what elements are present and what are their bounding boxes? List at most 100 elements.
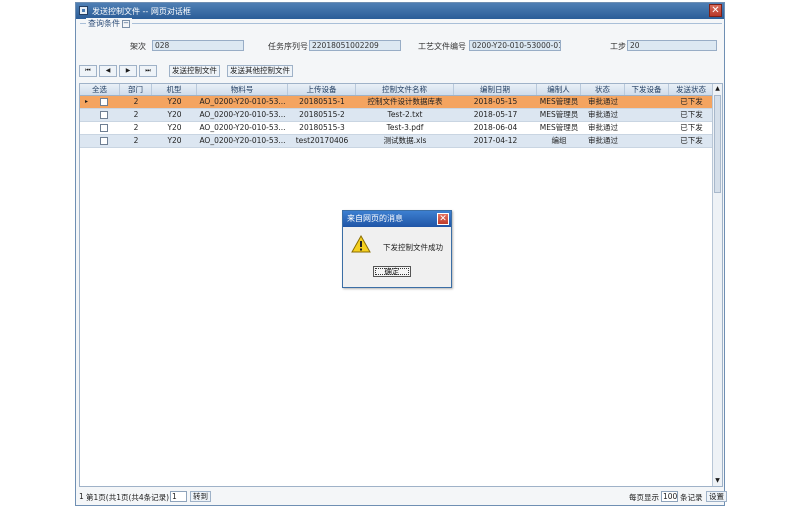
cell-file-name: Test-3.pdf xyxy=(386,123,424,132)
cell-date: 2017-04-12 xyxy=(473,136,518,145)
grid-vertical-scrollbar[interactable]: ▲ ▼ xyxy=(712,84,722,486)
per-page-input[interactable]: 100 xyxy=(661,491,678,502)
goto-page-button[interactable]: 转到 xyxy=(190,491,211,502)
table-row-selected[interactable]: ▸ 2 Y20 AO_0200-Y20-010-53... 20180515-1… xyxy=(80,96,714,109)
send-other-control-file-button[interactable]: 发送其他控制文件 xyxy=(227,65,293,77)
filter-legend: 查询条件 − xyxy=(86,18,132,29)
cell-dept: 2 xyxy=(133,136,139,145)
settings-button[interactable]: 设置 xyxy=(706,491,727,502)
per-page-label: 每页显示 xyxy=(629,493,659,502)
window-close-button[interactable]: ✕ xyxy=(709,4,722,17)
table-row[interactable]: 2 Y20 AO_0200-Y20-010-53... test20170406… xyxy=(80,135,714,148)
col-date: 编制日期 xyxy=(454,84,537,95)
cell-device: 20180515-3 xyxy=(299,123,345,132)
col-author: 编制人 xyxy=(537,84,581,95)
cell-material: AO_0200-Y20-010-53... xyxy=(199,136,286,145)
cell-target-device xyxy=(625,122,669,134)
cell-send-status: 已下发 xyxy=(680,123,703,132)
cell-file-name: Test-2.txt xyxy=(387,110,423,119)
cell-material: AO_0200-Y20-010-53... xyxy=(199,123,286,132)
cell-dept: 2 xyxy=(133,97,139,106)
cell-date: 2018-05-15 xyxy=(473,97,518,106)
goto-page-input[interactable]: 1 xyxy=(170,491,187,502)
warning-icon xyxy=(351,234,371,253)
cell-file-name: 测试数据.xls xyxy=(383,136,427,145)
sortie-label: 架次 xyxy=(130,42,146,51)
col-target-device: 下发设备 xyxy=(625,84,669,95)
pager: 1 第1页(共1页(共4条记录) 1 转到 每页显示 100 条记录 设置 xyxy=(79,490,727,504)
process-doc-field[interactable]: 0200-Y20-010-53000-010 xyxy=(469,40,561,51)
page-info: 第1页(共1页(共4条记录) xyxy=(86,493,170,502)
first-page-button[interactable]: ⏮ xyxy=(79,65,97,77)
alert-dialog: 来自网页的消息 ✕ 下发控制文件成功 确定 xyxy=(342,210,452,288)
window-titlebar: 发送控制文件 -- 网页对话框 ✕ xyxy=(76,3,724,19)
cell-date: 2018-06-04 xyxy=(473,123,518,132)
step-field[interactable]: 20 xyxy=(627,40,717,51)
cell-device: 20180515-1 xyxy=(299,97,345,106)
row-checkbox[interactable] xyxy=(100,137,108,145)
ok-button[interactable]: 确定 xyxy=(373,266,411,277)
next-page-button[interactable]: ▶ xyxy=(119,65,137,77)
process-doc-label: 工艺文件编号 xyxy=(418,42,466,51)
cell-send-status: 已下发 xyxy=(680,97,703,106)
cell-author: MES管理员 xyxy=(539,97,579,106)
row-pointer-icon: ▸ xyxy=(85,98,89,105)
col-file-name: 控制文件名称 xyxy=(356,84,454,95)
col-status: 状态 xyxy=(581,84,625,95)
row-checkbox[interactable] xyxy=(100,124,108,132)
cell-dept: 2 xyxy=(133,110,139,119)
scroll-thumb[interactable] xyxy=(714,95,721,193)
window-title: 发送控制文件 -- 网页对话框 xyxy=(92,7,191,16)
collapse-icon[interactable]: − xyxy=(122,19,130,28)
cell-model: Y20 xyxy=(167,123,182,132)
cell-author: 编组 xyxy=(551,136,567,145)
cell-send-status: 已下发 xyxy=(680,136,703,145)
cell-model: Y20 xyxy=(167,97,182,106)
table-row[interactable]: 2 Y20 AO_0200-Y20-010-53... 20180515-3 T… xyxy=(80,122,714,135)
cell-status: 审批通过 xyxy=(588,136,618,145)
cell-date: 2018-05-17 xyxy=(473,110,518,119)
row-checkbox[interactable] xyxy=(100,111,108,119)
prev-page-button[interactable]: ◀ xyxy=(99,65,117,77)
cell-device: 20180515-2 xyxy=(299,110,345,119)
sortie-field[interactable]: 028 xyxy=(152,40,244,51)
send-control-file-button[interactable]: 发送控制文件 xyxy=(169,65,220,77)
alert-dialog-title: 来自网页的消息 ✕ xyxy=(343,211,451,227)
task-serial-field[interactable]: 22018051002209 xyxy=(309,40,401,51)
step-label: 工步 xyxy=(610,42,626,51)
per-page-suffix: 条记录 xyxy=(680,493,703,502)
cell-file-name: 控制文件设计数据库表 xyxy=(367,97,443,106)
row-checkbox[interactable] xyxy=(100,98,108,106)
col-dept: 部门 xyxy=(120,84,152,95)
cell-status: 审批通过 xyxy=(588,97,618,106)
cell-model: Y20 xyxy=(167,110,182,119)
cell-material: AO_0200-Y20-010-53... xyxy=(199,110,286,119)
window-app-icon xyxy=(79,6,88,15)
cell-target-device xyxy=(625,96,669,108)
cell-author: MES管理员 xyxy=(539,110,579,119)
scroll-down-icon[interactable]: ▼ xyxy=(713,476,722,486)
cell-device: test20170406 xyxy=(295,136,349,145)
filter-panel: 查询条件 − 架次 028 任务序列号 22018051002209 工艺文件编号… xyxy=(80,18,722,58)
cell-status: 审批通过 xyxy=(588,110,618,119)
task-serial-label: 任务序列号 xyxy=(268,42,308,51)
filter-legend-label: 查询条件 xyxy=(88,19,120,28)
table-row[interactable]: 2 Y20 AO_0200-Y20-010-53... 20180515-2 T… xyxy=(80,109,714,122)
cell-material: AO_0200-Y20-010-53... xyxy=(199,97,286,106)
cell-target-device xyxy=(625,109,669,121)
alert-close-button[interactable]: ✕ xyxy=(437,213,449,225)
grid-header: 全选 部门 机型 物料号 上传设备 控制文件名称 编制日期 编制人 状态 下发设… xyxy=(80,84,714,96)
col-select-all[interactable]: 全选 xyxy=(80,84,120,95)
cell-dept: 2 xyxy=(133,123,139,132)
current-page-number: 1 xyxy=(79,492,84,501)
col-device: 上传设备 xyxy=(288,84,356,95)
cell-target-device xyxy=(625,135,669,147)
col-model: 机型 xyxy=(152,84,197,95)
last-page-button[interactable]: ⏭ xyxy=(139,65,157,77)
alert-dialog-title-text: 来自网页的消息 xyxy=(347,214,403,223)
scroll-up-icon[interactable]: ▲ xyxy=(713,84,722,94)
cell-model: Y20 xyxy=(167,136,182,145)
col-send-status: 发送状态 xyxy=(669,84,714,95)
col-material: 物料号 xyxy=(197,84,288,95)
alert-message: 下发控制文件成功 xyxy=(383,243,443,252)
